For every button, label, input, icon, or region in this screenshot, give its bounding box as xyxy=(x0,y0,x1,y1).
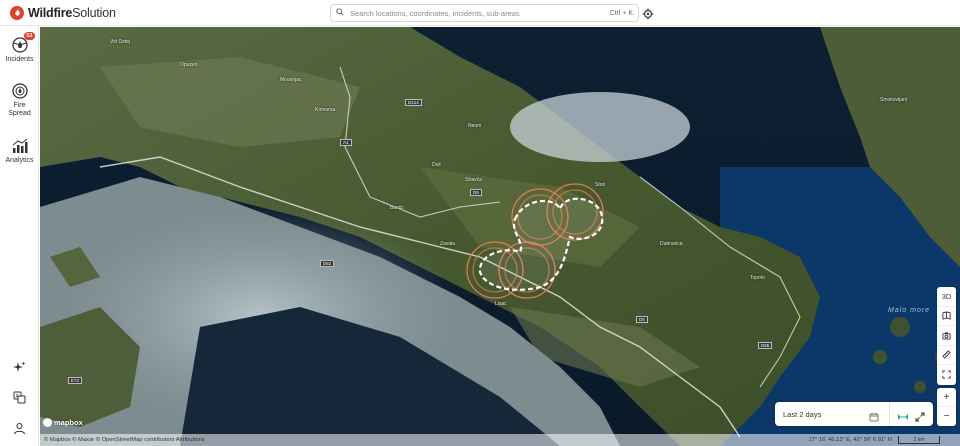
map-place-label: Stravča xyxy=(465,177,482,183)
brand-logo[interactable]: WildfireSolution xyxy=(10,0,116,26)
road-sign: D9 xyxy=(470,189,482,196)
sidebar-item-label: Analytics xyxy=(5,157,34,164)
zoom-out-button[interactable]: − xyxy=(937,407,956,426)
map-place-label: Mravinjac xyxy=(280,77,302,83)
sparkle-ai-icon[interactable] xyxy=(13,361,26,374)
map-place-label: Neum xyxy=(468,123,482,129)
view-3d-button[interactable]: 3D xyxy=(937,287,956,307)
search-icon xyxy=(336,8,350,18)
sidebar-item-label: Fire Spread xyxy=(8,102,31,117)
sidebar-item-fire-spread[interactable]: Fire Spread xyxy=(0,82,39,118)
svg-text:A: A xyxy=(16,394,20,400)
timeline-divider xyxy=(889,402,890,426)
sea-label: Malo more xyxy=(888,307,931,314)
ruler-icon[interactable] xyxy=(937,346,956,365)
attribution-bar: © Mapbox © Maxar © OpenStreetMap contrib… xyxy=(40,434,960,446)
map-place-label: Opuzen xyxy=(180,62,198,68)
map-tool-group: 3D xyxy=(937,287,956,385)
map-place-label: Komarna xyxy=(315,107,336,113)
satellite-map[interactable]: Vid Ostej Opuzen Mravinjac Komarna Neum … xyxy=(40,27,960,446)
mapbox-logo-text: mapbox xyxy=(54,418,83,427)
map-scale: 2 km xyxy=(898,436,940,444)
timeline-panel: Last 2 days xyxy=(775,402,933,426)
zoom-controls: + − xyxy=(937,388,956,426)
brand-name-bold: Wildfire xyxy=(28,5,73,20)
road-sign: A1 xyxy=(340,139,352,146)
translate-icon[interactable]: A xyxy=(13,391,26,404)
map-place-label: Banići xyxy=(390,205,404,211)
map-terrain xyxy=(40,27,960,446)
map-place-label: Smokovljani xyxy=(880,97,907,103)
fullscreen-icon[interactable] xyxy=(937,365,956,385)
layers-book-icon[interactable] xyxy=(937,307,956,326)
road-sign: D62 xyxy=(320,260,335,267)
calendar-icon[interactable] xyxy=(869,409,879,422)
map-place-label: Lisac xyxy=(495,301,507,307)
map-place-label: Ston xyxy=(595,182,606,188)
brand-name: WildfireSolution xyxy=(28,6,116,20)
incidents-badge: 53 xyxy=(24,32,35,40)
map-place-label: Doli xyxy=(432,162,441,168)
top-bar: WildfireSolution Ctrl + K xyxy=(0,0,960,26)
sidebar-item-analytics[interactable]: Analytics xyxy=(0,137,39,165)
mapbox-logo-icon xyxy=(43,418,52,427)
brand-name-light: Solution xyxy=(72,5,116,20)
playback-icon[interactable] xyxy=(897,409,909,420)
search-input[interactable] xyxy=(350,8,610,18)
attribution-text[interactable]: © Mapbox © Maxar © OpenStreetMap contrib… xyxy=(44,437,205,443)
flame-logo-icon xyxy=(10,5,24,20)
fire-spread-icon xyxy=(11,82,29,100)
sidebar: 53 Incidents Fire Spread Analytics A xyxy=(0,26,39,446)
camera-icon[interactable] xyxy=(937,326,956,346)
map-place-label: Zavala xyxy=(440,241,456,247)
expand-icon[interactable] xyxy=(915,409,925,422)
timeline-range-label[interactable]: Last 2 days xyxy=(783,410,869,419)
mapbox-logo[interactable]: mapbox xyxy=(43,418,83,427)
road-sign: D8 xyxy=(636,316,648,323)
road-sign: E73 xyxy=(68,377,83,384)
app-root: WildfireSolution Ctrl + K 53 Incidents xyxy=(0,0,960,446)
map-place-label: Vid Ostej xyxy=(110,39,131,45)
zoom-in-button[interactable]: + xyxy=(937,388,956,407)
sidebar-item-label: Incidents xyxy=(5,56,34,63)
road-sign: D414 xyxy=(405,99,422,106)
sidebar-item-incidents[interactable]: 53 Incidents xyxy=(0,32,39,64)
locate-target-icon[interactable] xyxy=(642,7,654,20)
map-place-label: Dubravica xyxy=(660,241,683,247)
user-icon[interactable] xyxy=(13,422,26,435)
road-sign: D65 xyxy=(758,342,773,349)
map-place-label: Topolo xyxy=(750,275,765,281)
search-bar[interactable]: Ctrl + K xyxy=(330,4,639,22)
analytics-chart-icon xyxy=(11,137,29,155)
fire-globe-icon: 53 xyxy=(11,32,35,54)
search-shortcut: Ctrl + K xyxy=(609,9,633,17)
cursor-coordinates: 17° 16' 46.13" E, 42° 56' 6.91" N xyxy=(808,437,892,443)
